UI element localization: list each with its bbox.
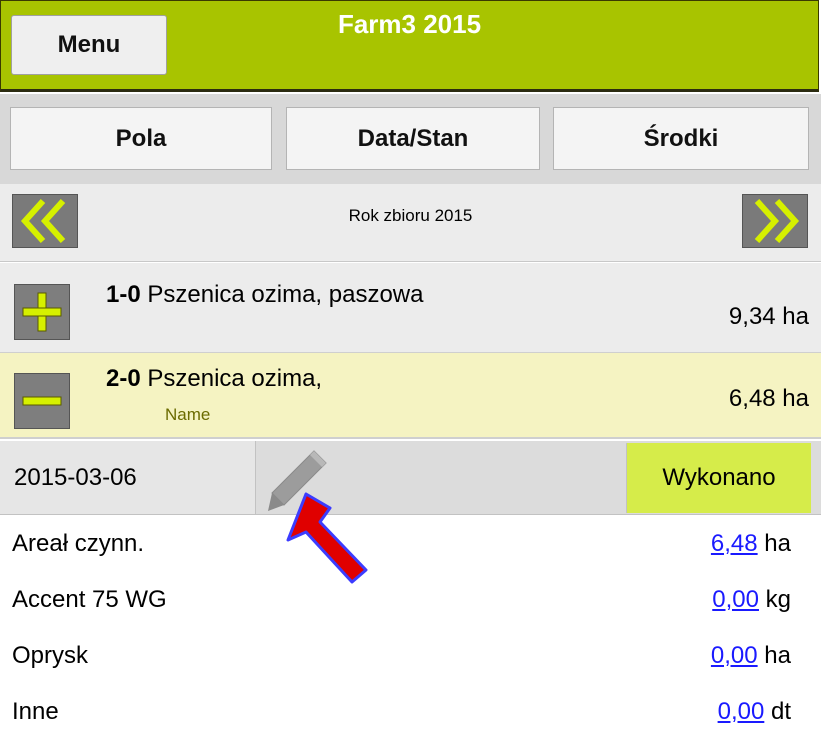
field-title: 2-0 Pszenica ozima,: [106, 365, 322, 393]
app-header: Farm3 2015 Menu: [0, 0, 819, 92]
tab-data-stan[interactable]: Data/Stan: [286, 107, 540, 170]
field-code: 1-0: [106, 281, 141, 308]
detail-label: Areał czynn.: [12, 530, 145, 557]
detail-row: Oprysk 0,00 ha: [0, 630, 821, 686]
detail-label: Accent 75 WG: [12, 586, 167, 613]
tab-pola[interactable]: Pola: [10, 107, 272, 170]
field-area: 9,34 ha: [728, 303, 809, 330]
field-crop-name: Pszenica ozima, paszowa: [147, 281, 424, 308]
field-crop-name: Pszenica ozima,: [147, 365, 323, 392]
field-area: 6,48 ha: [728, 385, 809, 412]
collapse-button[interactable]: [14, 373, 70, 429]
detail-unit: ha: [764, 642, 791, 669]
detail-unit: dt: [770, 698, 791, 725]
year-navigation: Rok zbioru 2015: [0, 184, 821, 262]
detail-label: Oprysk: [12, 642, 89, 669]
tab-srodki[interactable]: Środki: [553, 107, 809, 170]
tab-bar: Pola Data/Stan Środki: [0, 94, 821, 184]
operation-date[interactable]: 2015-03-06: [0, 441, 256, 514]
detail-value: 6,48 ha: [711, 530, 791, 558]
detail-label: Inne: [12, 698, 59, 725]
plus-icon: [22, 292, 62, 332]
minus-icon: [22, 396, 62, 406]
field-row-selected[interactable]: 2-0 Pszenica ozima, Name 6,48 ha: [0, 353, 821, 439]
next-year-button[interactable]: [742, 194, 808, 248]
detail-unit: kg: [765, 586, 791, 613]
harvest-year-label: Rok zbioru 2015: [348, 206, 473, 225]
detail-value-link[interactable]: 0,00: [718, 698, 765, 725]
detail-value-link[interactable]: 0,00: [712, 586, 759, 613]
detail-value: 0,00 ha: [711, 642, 791, 670]
detail-value: 0,00 dt: [718, 698, 791, 726]
double-chevron-right-icon: [754, 198, 800, 244]
detail-unit: ha: [764, 530, 791, 557]
detail-row: Inne 0,00 dt: [0, 686, 821, 742]
status-badge[interactable]: Wykonano: [626, 443, 811, 513]
detail-row: Areał czynn. 6,48 ha: [0, 518, 821, 574]
field-title: 1-0 Pszenica ozima, paszowa: [106, 281, 424, 309]
operation-row: 2015-03-06 Wykonano: [0, 441, 821, 515]
detail-value-link[interactable]: 6,48: [711, 530, 758, 557]
menu-button[interactable]: Menu: [11, 15, 167, 75]
expand-button[interactable]: [14, 284, 70, 340]
detail-row: Accent 75 WG 0,00 kg: [0, 574, 821, 630]
field-subtitle: Name: [165, 405, 211, 424]
detail-value-link[interactable]: 0,00: [711, 642, 758, 669]
detail-value: 0,00 kg: [712, 586, 791, 614]
field-code: 2-0: [106, 365, 141, 392]
field-row[interactable]: 1-0 Pszenica ozima, paszowa 9,34 ha: [0, 263, 821, 353]
